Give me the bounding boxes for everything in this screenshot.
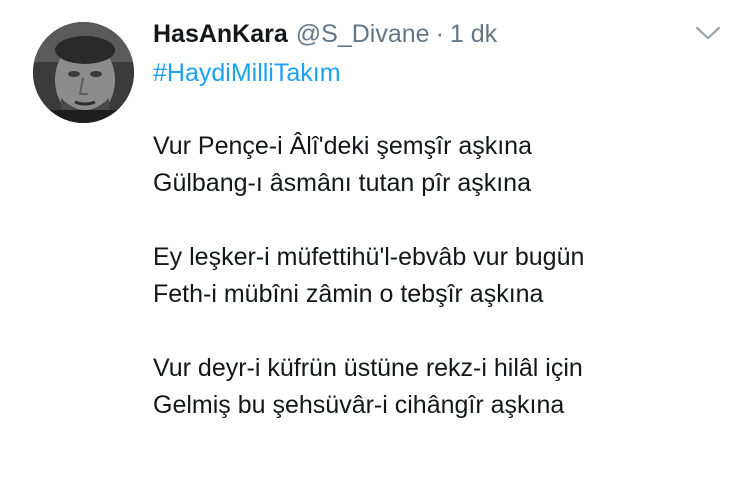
stanza: Ey leşker-i müfettihü'l-ebvâb vur bugün … [153, 239, 733, 313]
tweet-line: Vur deyr-i küfrün üstüne rekz-i hilâl iç… [153, 354, 583, 382]
tweet-line: Gülbang-ı âsmânı tutan pîr aşkına [153, 169, 531, 197]
author-handle[interactable]: @S_Divane [296, 19, 430, 49]
hashtag-link[interactable]: #HaydiMilliTakım [153, 57, 341, 89]
tweet: HasAnKara @S_Divane · 1 dk #HaydiMilliTa… [0, 0, 750, 481]
tweet-line: Ey leşker-i müfettihü'l-ebvâb vur bugün [153, 243, 585, 271]
tweet-text: Vur Pençe-i Âlî'deki şemşîr aşkına Gülba… [153, 128, 733, 424]
tweet-line: Feth-i mübîni zâmin o tebşîr aşkına [153, 280, 544, 308]
tweet-line: Vur Pençe-i Âlî'deki şemşîr aşkına [153, 132, 532, 160]
stanza: Vur deyr-i küfrün üstüne rekz-i hilâl iç… [153, 350, 733, 424]
avatar[interactable] [33, 22, 134, 123]
tweet-header: HasAnKara @S_Divane · 1 dk [153, 19, 497, 49]
tweet-menu-button[interactable] [694, 22, 722, 44]
avatar-photo [33, 22, 134, 123]
tweet-timestamp[interactable]: 1 dk [450, 19, 497, 49]
tweet-line: Gelmiş bu şehsüvâr-i cihângîr aşkına [153, 391, 565, 419]
stanza: Vur Pençe-i Âlî'deki şemşîr aşkına Gülba… [153, 128, 733, 202]
chevron-down-icon [695, 26, 721, 40]
author-name[interactable]: HasAnKara [153, 19, 288, 49]
header-separator: · [435, 20, 444, 48]
